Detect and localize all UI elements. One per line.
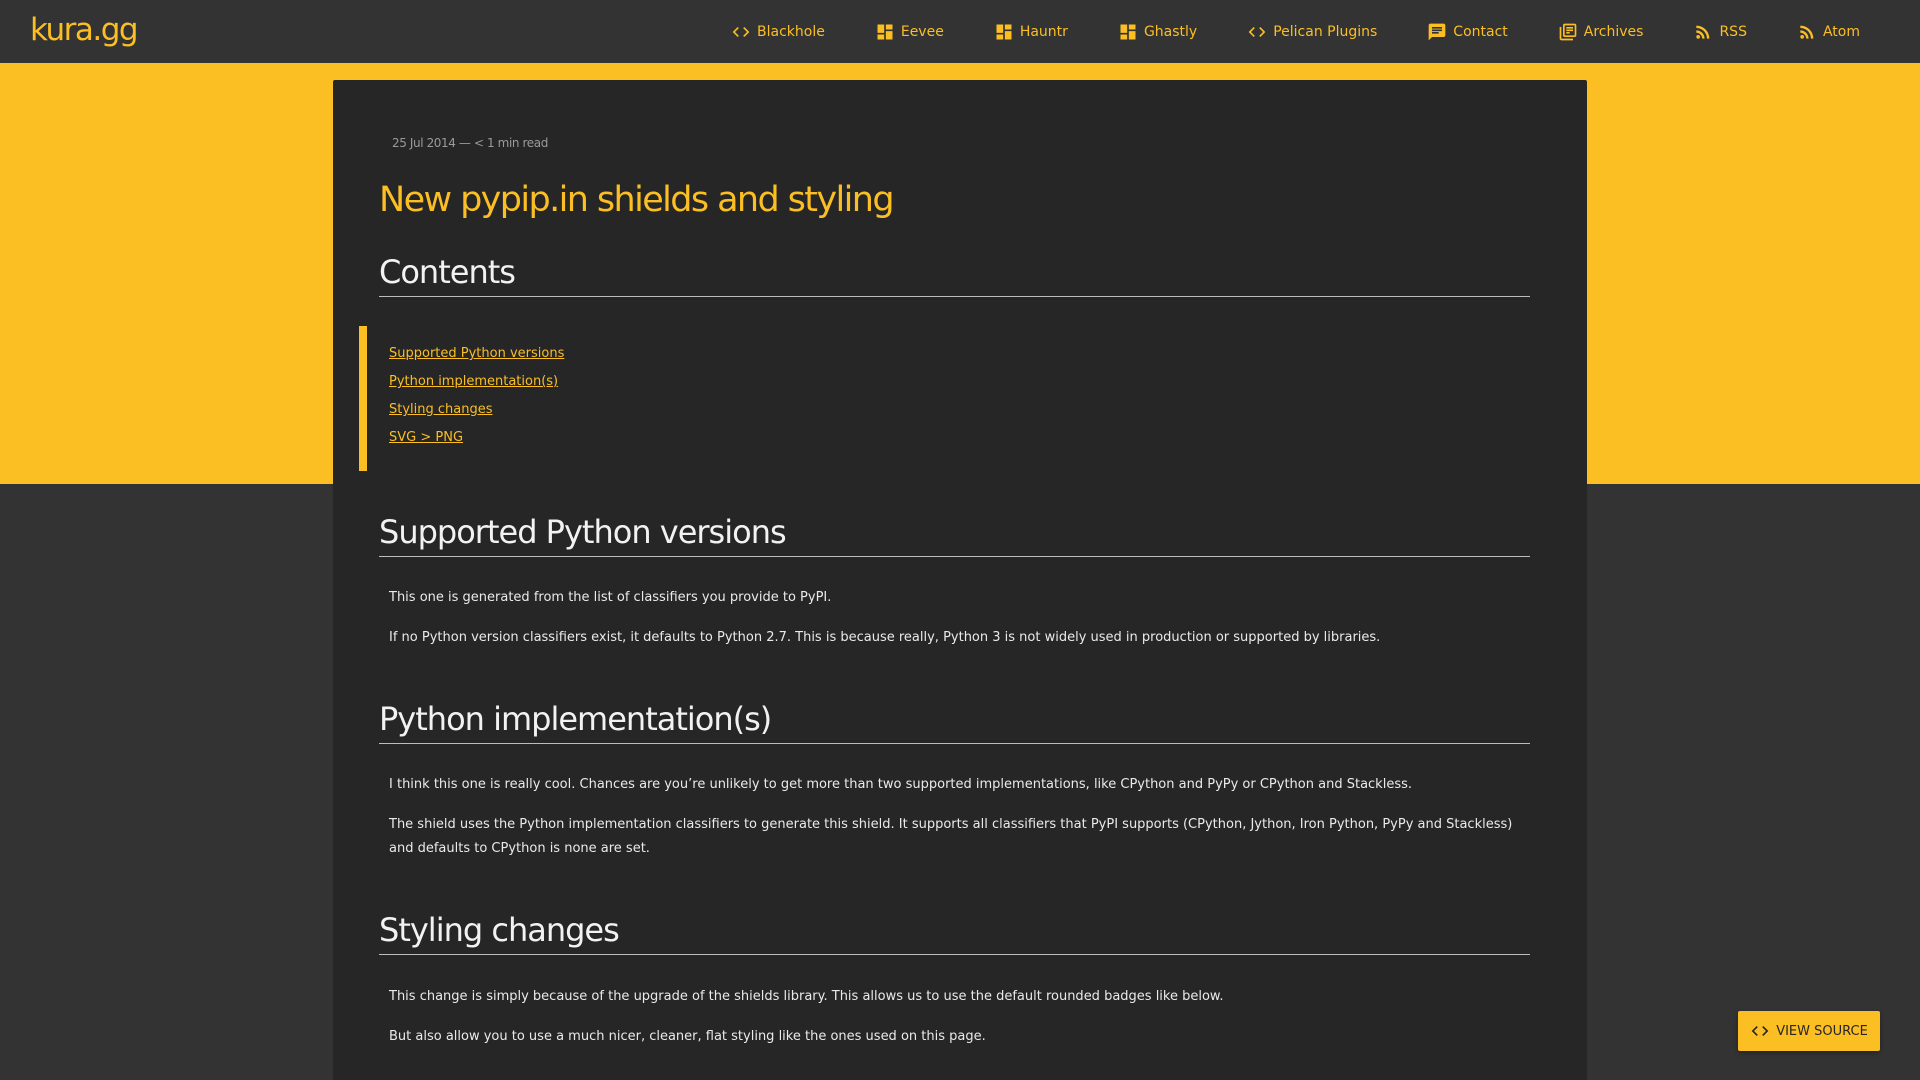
table-of-contents: Supported Python versions Python impleme… bbox=[359, 326, 759, 471]
rss-icon bbox=[1696, 25, 1710, 39]
toc-link-supported-python-versions[interactable]: Supported Python versions bbox=[389, 346, 564, 361]
site-logo-link[interactable]: kura.gg bbox=[30, 12, 139, 48]
library-books-icon bbox=[1559, 23, 1577, 40]
section-heading-styling-changes: Styling changes bbox=[379, 910, 1530, 955]
paragraph: If no Python version classifiers exist, … bbox=[389, 630, 1381, 645]
dashboard-icon bbox=[996, 24, 1012, 39]
code-icon bbox=[732, 26, 750, 37]
nav-label: Eevee bbox=[900, 23, 944, 40]
top-navbar: kura.gg Blackhole Eevee Hauntr Ghastly P… bbox=[0, 0, 1920, 63]
nav-label: RSS bbox=[1719, 23, 1747, 40]
post-card: 25 Jul 2014 — < 1 min read New pypip.in … bbox=[333, 80, 1587, 1080]
rss-icon bbox=[1800, 25, 1814, 39]
view-source-button[interactable]: VIEW SOURCE bbox=[1738, 1011, 1880, 1051]
nav-link-hauntr[interactable]: Hauntr bbox=[994, 22, 1068, 42]
contents-heading: Contents bbox=[379, 252, 1530, 297]
chat-icon bbox=[1428, 23, 1446, 40]
section-heading-python-implementations: Python implementation(s) bbox=[379, 699, 1530, 744]
post-title: New pypip.in shields and styling bbox=[379, 180, 895, 220]
post-meta: 25 Jul 2014 — < 1 min read bbox=[392, 136, 548, 150]
nav-link-rss[interactable]: RSS bbox=[1693, 22, 1747, 42]
nav-label: Ghastly bbox=[1143, 23, 1198, 40]
toc-link-svg-png[interactable]: SVG > PNG bbox=[389, 430, 463, 445]
nav-link-atom[interactable]: Atom bbox=[1797, 22, 1860, 42]
nav-link-eevee[interactable]: Eevee bbox=[875, 22, 944, 42]
paragraph: The shield uses the Python implementatio… bbox=[389, 817, 1513, 856]
nav-link-contact[interactable]: Contact bbox=[1427, 22, 1508, 42]
nav-label: Atom bbox=[1822, 23, 1860, 40]
nav-label: Blackhole bbox=[757, 23, 825, 40]
code-icon bbox=[1248, 26, 1266, 37]
code-icon bbox=[1751, 1026, 1769, 1036]
main-nav: Blackhole Eevee Hauntr Ghastly Pelican P… bbox=[681, 0, 1860, 63]
nav-label: Contact bbox=[1453, 23, 1508, 40]
nav-link-archives[interactable]: Archives bbox=[1558, 22, 1644, 42]
dashboard-icon bbox=[1120, 24, 1136, 39]
nav-link-ghastly[interactable]: Ghastly bbox=[1118, 22, 1197, 42]
view-source-label: VIEW SOURCE bbox=[1776, 1023, 1868, 1039]
nav-link-blackhole[interactable]: Blackhole bbox=[731, 22, 825, 42]
nav-label: Pelican Plugins bbox=[1273, 23, 1378, 40]
nav-link-pelican-plugins[interactable]: Pelican Plugins bbox=[1247, 22, 1377, 42]
dashboard-icon bbox=[877, 24, 893, 39]
paragraph: I think this one is really cool. Chances… bbox=[389, 777, 1412, 792]
paragraph: This one is generated from the list of c… bbox=[389, 590, 832, 605]
toc-link-styling-changes[interactable]: Styling changes bbox=[389, 402, 493, 417]
section-heading-supported-python-versions: Supported Python versions bbox=[379, 512, 1530, 557]
nav-label: Archives bbox=[1583, 23, 1644, 40]
toc-link-python-implementations[interactable]: Python implementation(s) bbox=[389, 374, 558, 389]
paragraph: But also allow you to use a much nicer, … bbox=[389, 1029, 986, 1044]
nav-label: Hauntr bbox=[1019, 23, 1068, 40]
paragraph: This change is simply because of the upg… bbox=[389, 989, 1224, 1004]
